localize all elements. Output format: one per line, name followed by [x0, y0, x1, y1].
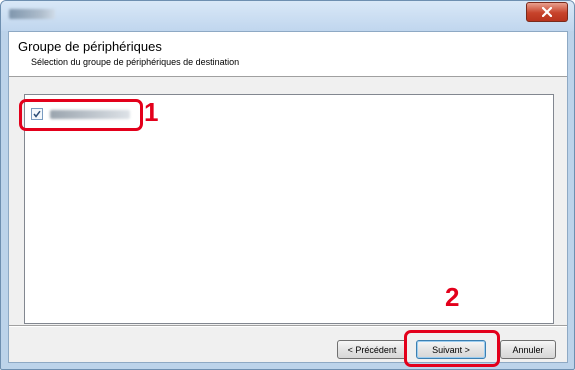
title-bar[interactable] — [1, 1, 574, 31]
step1-number: 1 — [144, 97, 159, 127]
footer-divider — [9, 325, 567, 327]
close-icon — [542, 7, 552, 17]
step1-highlight — [19, 99, 143, 131]
window-title — [9, 9, 55, 19]
close-button[interactable] — [526, 2, 568, 22]
wizard-client-area: Groupe de périphériques Sélection du gro… — [8, 31, 568, 363]
step2-number: 2 — [445, 282, 460, 312]
page-title: Groupe de périphériques — [18, 39, 162, 54]
page-subtitle: Sélection du groupe de périphériques de … — [31, 57, 240, 67]
wizard-header: Groupe de périphériques Sélection du gro… — [9, 32, 567, 77]
back-button[interactable]: < Précédent — [337, 340, 407, 359]
cancel-button[interactable]: Annuler — [500, 340, 556, 359]
step2-highlight — [404, 330, 500, 367]
wizard-window: Groupe de périphériques Sélection du gro… — [0, 0, 575, 370]
